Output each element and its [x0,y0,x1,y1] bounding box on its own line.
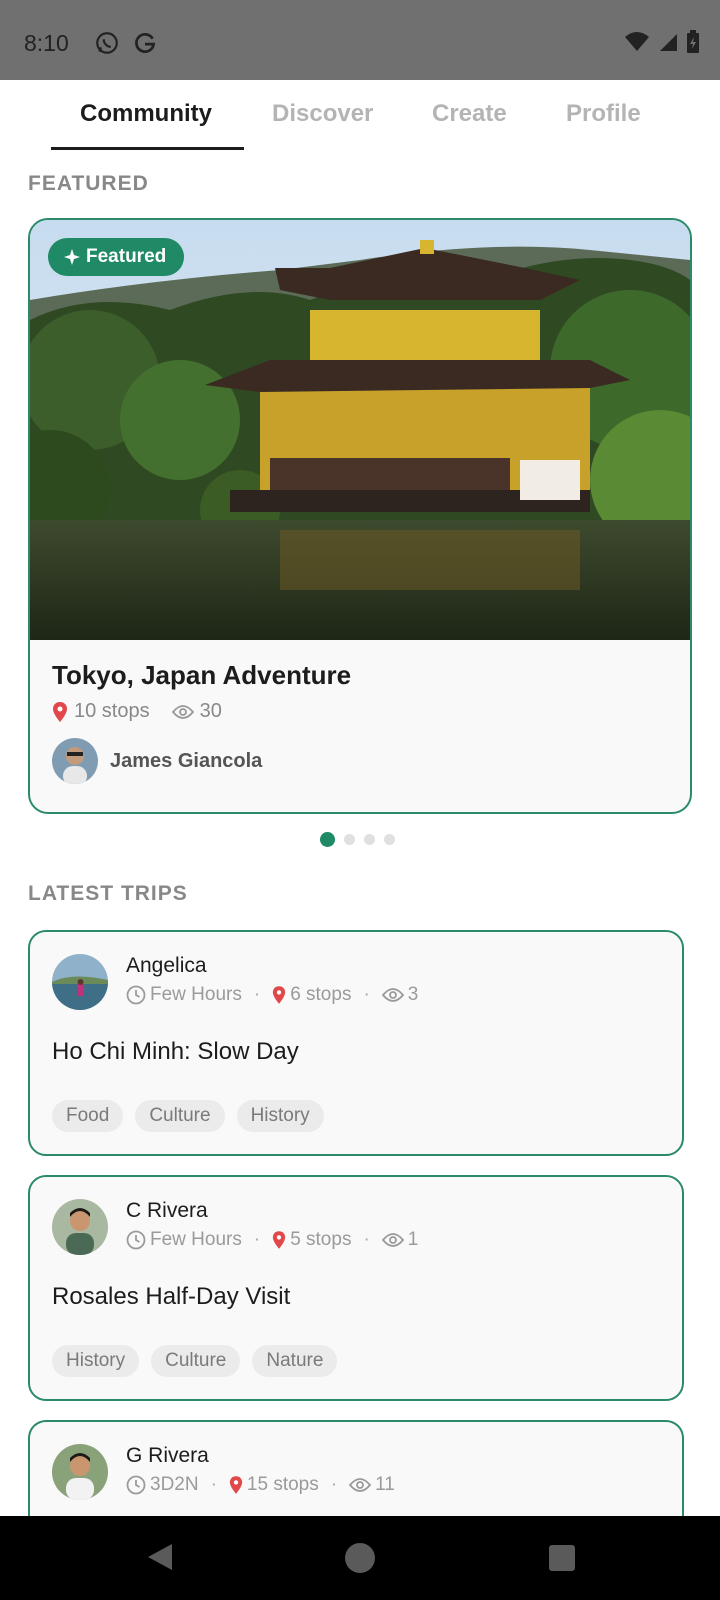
tag-chip[interactable]: Food [52,1100,124,1132]
carousel-dot[interactable] [364,834,375,845]
trip-meta: 3D2N · 15 stops · 11 [126,1474,395,1496]
trip-tags: Food Culture History [52,1100,324,1132]
trip-stops: 5 stops [290,1229,352,1250]
active-tab-indicator [51,147,244,150]
trip-author-name: Angelica [126,954,207,977]
trip-duration: Few Hours [150,1229,242,1250]
trip-title: Rosales Half-Day Visit [52,1283,291,1310]
clock-icon [126,985,146,1005]
featured-section-label: FEATURED [28,172,149,195]
battery-icon [687,30,699,53]
latest-trips-label: LATEST TRIPS [28,882,188,905]
trip-meta: Few Hours · 6 stops · 3 [126,984,418,1006]
recents-button-icon[interactable] [548,1544,576,1572]
featured-trip-card[interactable]: Featured Tokyo, Japan Adventure 10 stops… [28,218,692,814]
location-pin-icon [273,1231,286,1249]
system-navigation-bar [0,1516,720,1600]
avatar [52,954,108,1010]
wifi-icon [625,32,649,51]
featured-author-name: James Giancola [110,749,263,772]
clock-icon [126,1475,146,1495]
avatar [52,1444,108,1500]
trip-card[interactable]: C Rivera Few Hours · 5 stops · 1 Rosales… [28,1175,684,1401]
eye-icon [171,704,194,719]
trip-stops: 6 stops [290,984,352,1005]
trip-meta: Few Hours · 5 stops · 1 [126,1229,418,1251]
avatar [52,738,98,784]
featured-trip-meta: 10 stops 30 [52,700,222,723]
featured-trip-image: Featured [30,220,690,640]
carousel-dot[interactable] [320,832,335,847]
tag-chip[interactable]: History [236,1100,324,1132]
trip-duration: 3D2N [150,1474,199,1495]
trip-views: 11 [375,1474,395,1495]
tag-chip[interactable]: History [52,1345,140,1377]
trip-views: 3 [407,984,419,1005]
trip-author-name: G Rivera [126,1444,209,1467]
tab-discover[interactable]: Discover [272,100,373,128]
avatar [52,1199,108,1255]
whatsapp-icon [96,32,118,54]
eye-icon [349,1478,372,1492]
featured-badge-label: Featured [86,246,167,267]
google-icon [135,32,156,53]
sparkle-icon [64,249,80,265]
location-pin-icon [53,701,67,722]
top-tabs: Community Discover Create Profile [0,80,720,150]
meta-separator: · [253,1229,261,1250]
status-bar: 8:10 [0,0,720,80]
eye-icon [381,988,404,1002]
meta-separator: · [330,1474,338,1495]
featured-views: 30 [199,700,222,722]
featured-author[interactable]: James Giancola [52,738,262,784]
eye-icon [381,1233,404,1247]
tag-chip[interactable]: Culture [151,1345,241,1377]
carousel-dot[interactable] [384,834,395,845]
carousel-dot[interactable] [344,834,355,845]
tab-community[interactable]: Community [80,100,212,128]
home-button-icon[interactable] [344,1542,376,1574]
location-pin-icon [229,1476,243,1494]
location-pin-icon [273,986,286,1004]
meta-separator: · [210,1474,217,1495]
back-button-icon[interactable] [146,1542,174,1572]
tab-create[interactable]: Create [432,100,507,128]
meta-separator: · [363,984,370,1005]
featured-trip-title: Tokyo, Japan Adventure [52,660,352,690]
carousel-indicator[interactable] [320,832,395,847]
featured-stops: 10 stops [74,700,150,722]
meta-separator: · [363,1229,370,1250]
tab-profile[interactable]: Profile [566,100,641,128]
trip-duration: Few Hours [150,984,242,1005]
featured-badge: Featured [48,238,185,276]
meta-separator: · [253,984,261,1005]
status-time: 8:10 [24,30,69,56]
trip-title: Ho Chi Minh: Slow Day [52,1038,299,1065]
clock-icon [126,1230,146,1250]
trip-stops: 15 stops [246,1474,319,1495]
tag-chip[interactable]: Nature [252,1345,338,1377]
trip-author-name: C Rivera [126,1199,208,1222]
status-indicators [624,30,700,54]
signal-icon [660,34,677,51]
tag-chip[interactable]: Culture [135,1100,225,1132]
trip-tags: History Culture Nature [52,1345,338,1377]
trip-card[interactable]: Angelica Few Hours · 6 stops · 3 Ho Chi … [28,930,684,1156]
trip-views: 1 [407,1229,419,1250]
